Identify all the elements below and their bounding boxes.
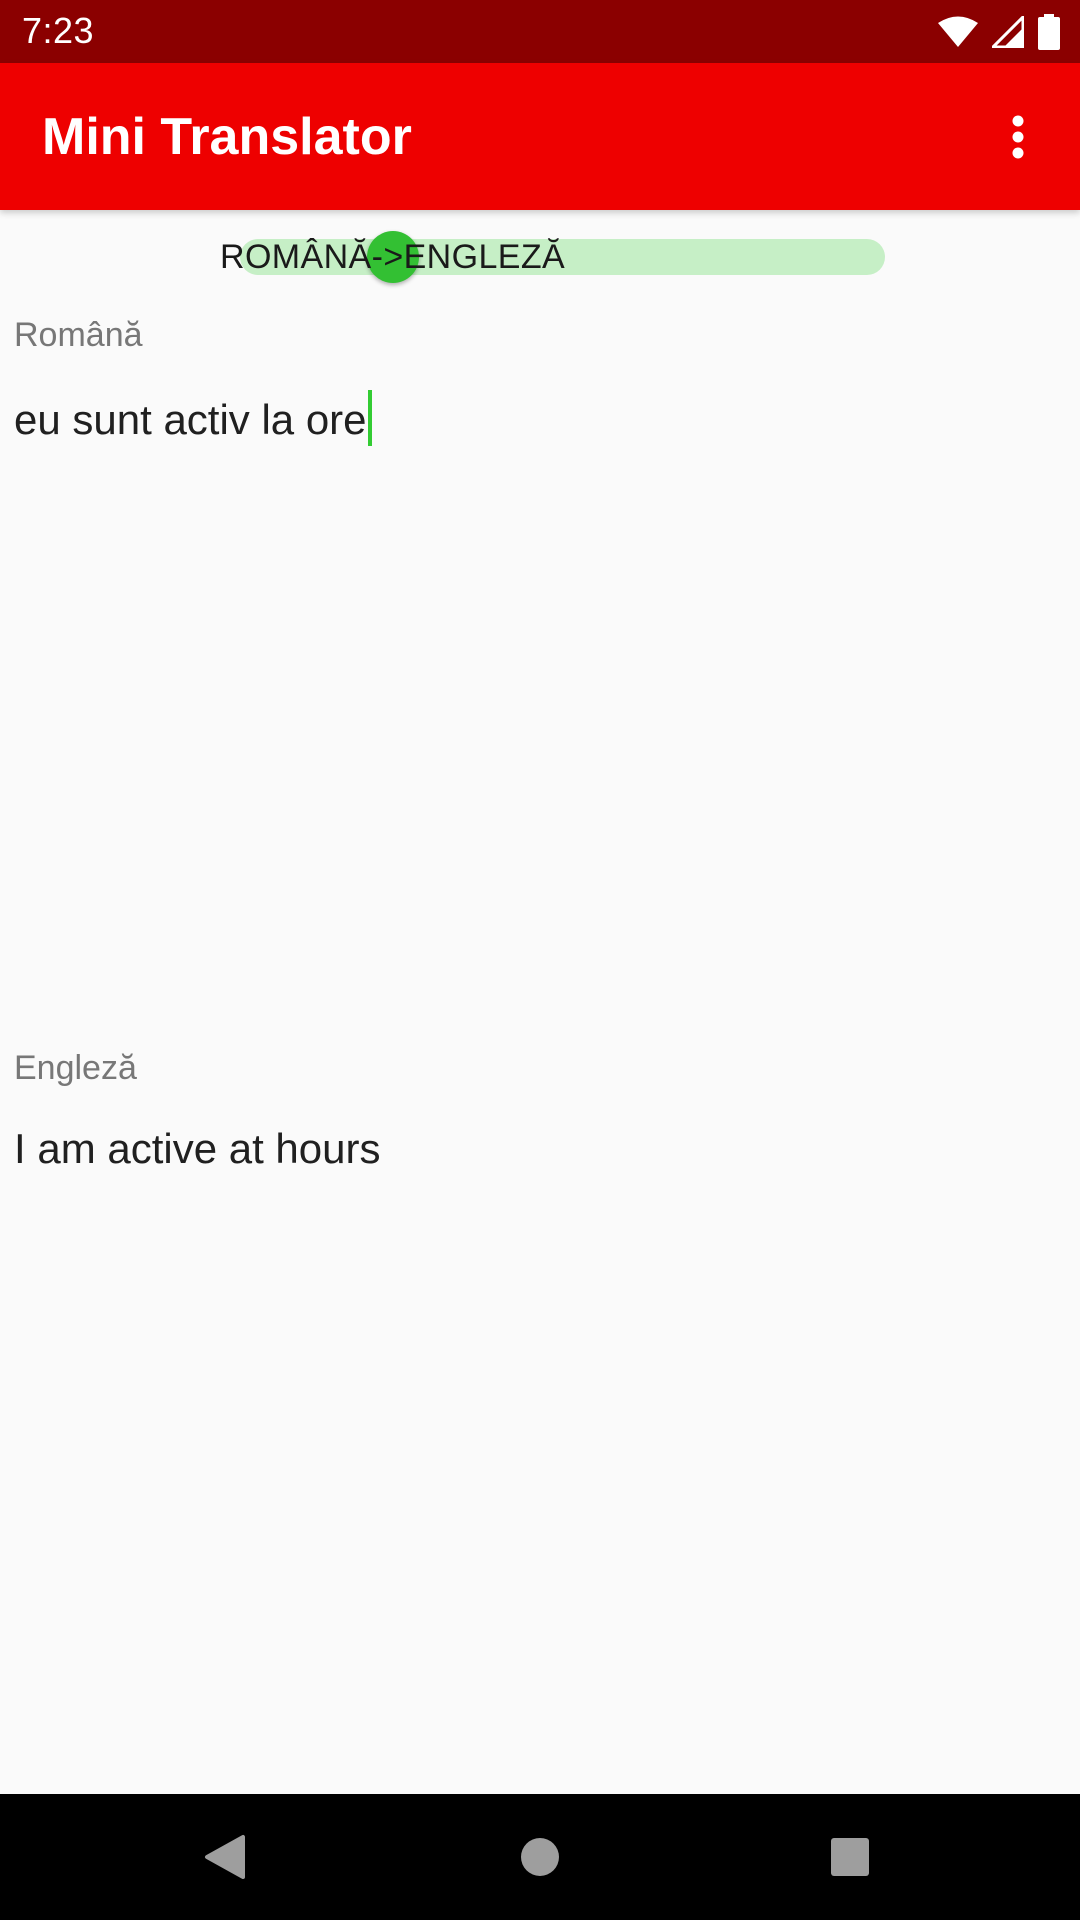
text-cursor [367,390,372,446]
app-title: Mini Translator [42,108,412,166]
direction-switch[interactable]: ROMÂNĂ->ENGLEZĂ [210,228,890,288]
home-icon[interactable] [495,1814,585,1900]
battery-icon [1038,14,1060,50]
source-text-input[interactable]: eu sunt activ la ore [14,390,1064,930]
target-language-label: Engleză [14,1049,137,1087]
wifi-icon [938,16,978,48]
switch-label: ROMÂNĂ->ENGLEZĂ [220,238,566,276]
status-bar: 7:23 [0,0,1080,63]
recents-icon[interactable] [805,1814,895,1900]
translation-output: I am active at hours [14,1125,381,1172]
source-text: eu sunt activ la ore [14,396,367,443]
status-icons [938,12,1060,52]
back-icon[interactable] [180,1814,270,1900]
signal-icon [992,16,1024,48]
app-bar: Mini Translator [0,63,1080,210]
status-time: 7:23 [22,10,95,51]
nav-bar [0,1794,1080,1920]
source-language-label: Română [14,316,143,354]
more-vert-icon[interactable] [980,99,1056,175]
